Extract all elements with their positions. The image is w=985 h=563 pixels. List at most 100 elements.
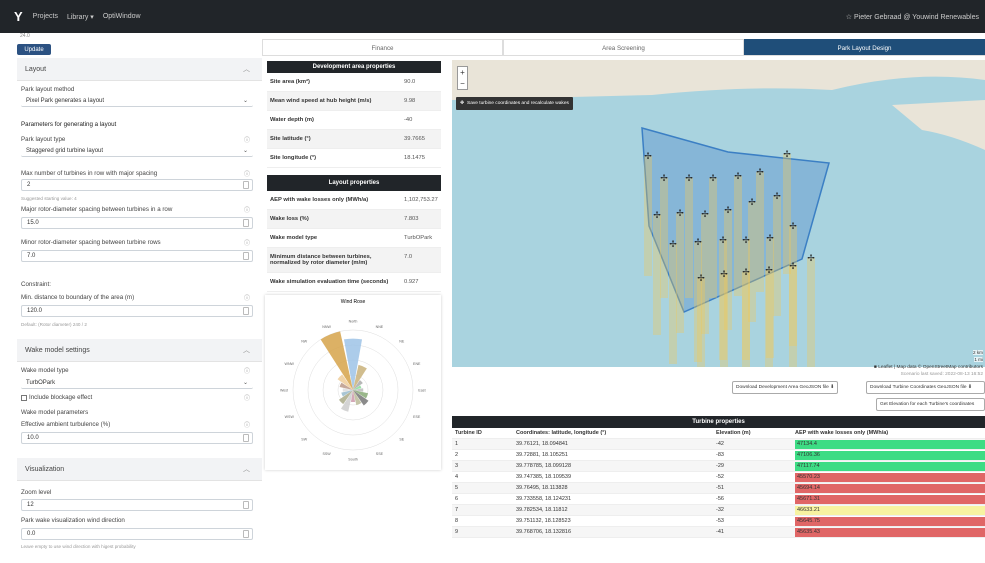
map-attribution: ■ Leaflet | Map data © OpenStreetMap con… [873,365,983,370]
property-name: Minimum distance between turbines, norma… [270,254,372,266]
turbine-icon[interactable]: ✢ [783,149,791,159]
table-header: Layout properties [267,175,441,191]
app-logo-icon[interactable]: Y [14,9,23,24]
blockage-checkbox-row[interactable]: Include blockage effect [21,394,92,401]
turbine-icon[interactable]: ✢ [701,209,709,219]
park-method-select[interactable]: Pixel Park generates a layout ⌄ [21,95,253,107]
aep-cell: 45635.43 [795,527,985,537]
minor-spacing-input[interactable]: 7.0 [21,250,253,262]
table-row[interactable]: 1 39.76121, 18.094841 -42 47134.4 [452,439,985,450]
turbine-icon[interactable]: ✢ [720,269,728,279]
max-turbines-label: Max number of turbines in row with major… [21,170,158,177]
table-row[interactable]: 9 39.768706, 18.132816 -41 45635.43 [452,527,985,538]
col-header[interactable]: AEP with wake losses only (MWh/a) [795,428,985,438]
turbine-icon[interactable]: ✢ [697,273,705,283]
turbine-icon[interactable]: ✢ [789,221,797,231]
table-row[interactable]: 7 39.782534, 18.11812 -32 46633.21 [452,505,985,516]
wind-rose-chart: Wind Rose North NNE NE ENE East ESE SE SSE South S… [265,295,441,470]
turbine-icon[interactable]: ✢ [669,239,677,249]
development-properties-table: Development area properties Site area (k… [267,61,441,292]
table-row[interactable]: 3 39.778785, 18.099128 -29 47117.74 [452,461,985,472]
spinner-icon[interactable] [243,434,249,442]
turbine-icon[interactable]: ✢ [653,210,661,220]
col-header[interactable]: Coordinates: latitude, longitude (°) [516,430,716,436]
turbine-icon[interactable]: ✢ [660,173,668,183]
turbine-icon[interactable]: ✢ [789,261,797,271]
spinner-icon[interactable] [243,219,249,227]
save-turbines-button[interactable]: ✥ Save turbine coordinates and recalculat… [456,97,573,110]
minor-spacing-label: Minor rotor-diameter spacing between tur… [21,239,161,246]
turbine-icon[interactable]: ✢ [676,208,684,218]
table-cell: 7 [455,507,459,513]
turbine-icon[interactable]: ✢ [709,173,717,183]
max-turbines-input[interactable]: 2 [21,179,253,191]
table-header: Development area properties [267,61,441,73]
tab-finance[interactable]: Finance [262,39,503,55]
turbulence-input[interactable]: 10.0 [21,432,253,444]
elevation-button[interactable]: Get Elevation for each Turbine's coordin… [876,398,985,411]
zoom-in-icon[interactable]: + [458,67,467,78]
park-type-select[interactable]: Staggered grid turbine layout ⌄ [21,145,253,157]
table-row[interactable]: 5 39.76495, 18.113828 -51 45694.14 [452,483,985,494]
zoom-input[interactable]: 12 [21,499,253,511]
turbine-icon[interactable]: ✢ [742,235,750,245]
visualization-section-header[interactable]: Visualization ︿ [17,458,262,481]
turbine-icon[interactable]: ✢ [742,267,750,277]
turbine-icon[interactable]: ✢ [719,235,727,245]
spinner-icon[interactable] [243,252,249,260]
input-value: 2 [27,182,31,188]
aep-cell: 45671.31 [795,494,985,504]
top-navbar: Y Projects Library ▾ OptiWindow ☆ Pieter… [0,0,985,33]
min-distance-input[interactable]: 120.0 [21,305,253,317]
rose-direction-label: South [348,458,357,462]
tab-area-screening[interactable]: Area Screening [503,39,744,55]
turbine-icon[interactable]: ✢ [644,151,652,161]
blockage-checkbox[interactable] [21,394,27,401]
spinner-icon[interactable] [243,181,249,189]
rose-direction-label: North [349,320,358,324]
turbine-icon[interactable]: ✢ [756,167,764,177]
table-row[interactable]: 2 39.72881, 18.105251 -83 47106.36 [452,450,985,461]
turbine-icon[interactable]: ✢ [766,233,774,243]
zoom-out-icon[interactable]: − [458,78,467,89]
table-cell: 39.768706, 18.132816 [516,529,572,535]
col-header[interactable]: Turbine ID [452,430,516,436]
nav-library[interactable]: Library ▾ [67,13,94,21]
spinner-icon[interactable] [243,530,249,538]
nav-projects[interactable]: Projects [33,13,58,21]
turbine-icon[interactable]: ✢ [765,265,773,275]
turbine-icon[interactable]: ✢ [773,191,781,201]
wake-plume [644,156,652,276]
turbine-icon[interactable]: ✢ [724,205,732,215]
table-row[interactable]: 6 39.733558, 18.124231 -56 45671.31 [452,494,985,505]
turbine-icon[interactable]: ✢ [694,237,702,247]
wind-dir-input[interactable]: 0.0 [21,528,253,540]
layout-section-header[interactable]: Layout ︿ [17,58,262,81]
update-button[interactable]: Update [17,44,51,55]
wake-params-label: Wake model parameters [21,409,89,416]
spinner-icon[interactable] [243,307,249,315]
download-turbines-button[interactable]: Download Turbine Coordinates GeoJSON fil… [866,381,985,394]
turbine-icon[interactable]: ✢ [748,197,756,207]
wake-type-select[interactable]: TurbOPark ⌄ [21,377,253,389]
spinner-icon[interactable] [243,501,249,509]
wake-section-header[interactable]: Wake model settings ︿ [17,339,262,362]
user-menu[interactable]: ☆ Pieter Gebraad @ Youwind Renewables [846,13,979,21]
col-header[interactable]: Elevation (m) [716,430,795,436]
nav-optiwindow[interactable]: OptiWindow [103,13,141,21]
map-zoom-control[interactable]: + − [457,66,468,90]
property-value: 1,102,753.27 [404,197,438,203]
table-row[interactable]: 8 39.751132, 18.128523 -53 45645.75 [452,516,985,527]
download-area-button[interactable]: Download Development Area GeoJSON file ⬇ [732,381,839,394]
table-row[interactable]: 4 39.747385, 18.109539 -52 45570.23 [452,472,985,483]
turbine-icon[interactable]: ✢ [685,173,693,183]
tab-park-layout[interactable]: Park Layout Design [744,39,985,55]
turbine-icon[interactable]: ✢ [734,171,742,181]
turbine-icon[interactable]: ✢ [807,253,815,263]
table-row: Wake simulation evaluation time (seconds… [267,273,441,292]
move-icon: ✥ [460,101,465,106]
scale-bar-mi: 1 mi [974,357,983,362]
previous-value: 24.0 [20,33,30,39]
suggested-hint: Suggested starting value: 4 [21,196,77,201]
major-spacing-input[interactable]: 15.0 [21,217,253,229]
